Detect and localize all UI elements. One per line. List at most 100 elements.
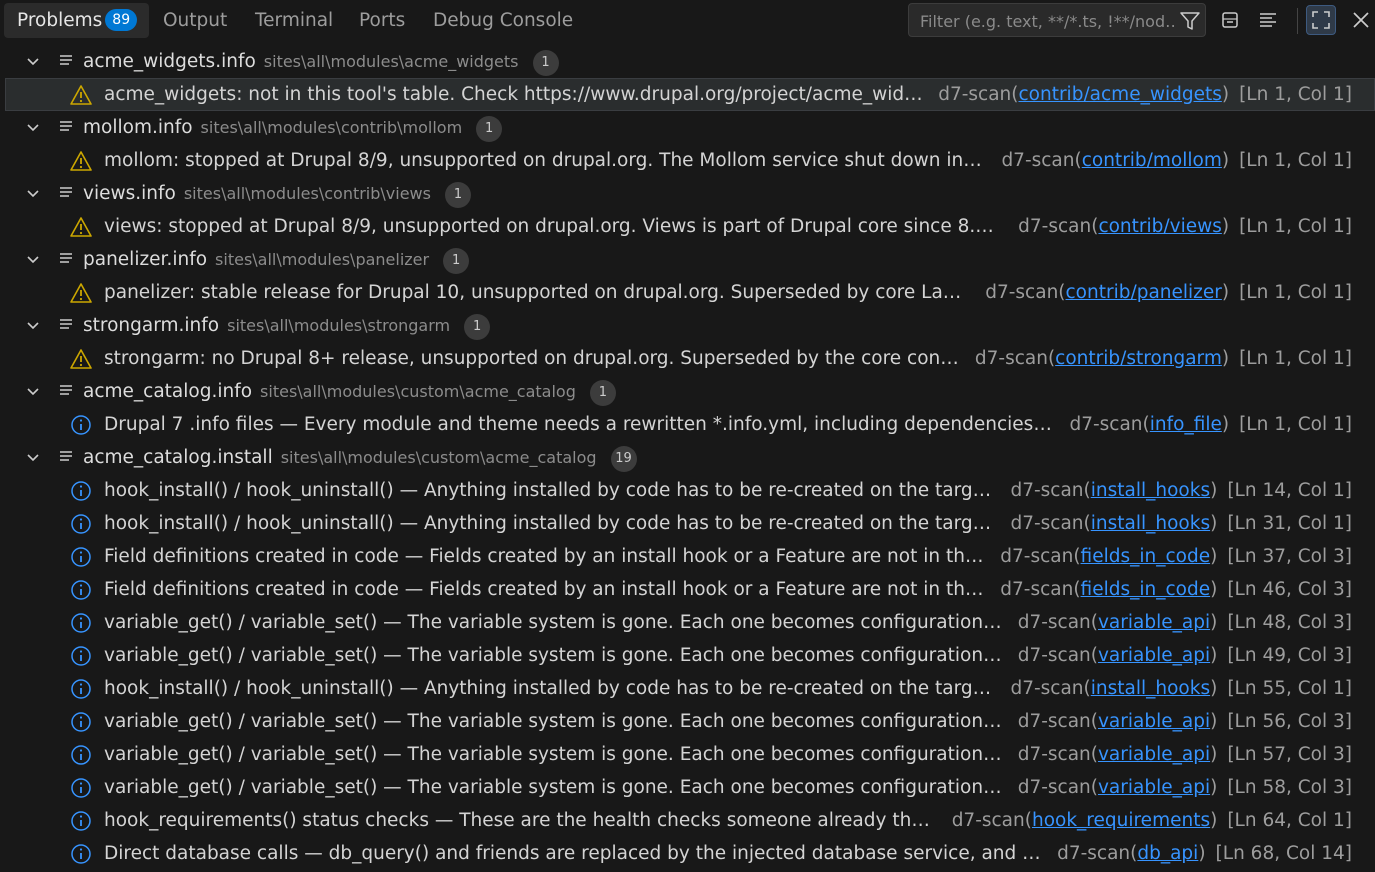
- paren-open: (: [1058, 282, 1066, 303]
- file-group-header[interactable]: acme_widgets.info sites\all\modules\acme_…: [0, 45, 1375, 78]
- file-group-header[interactable]: acme_catalog.install sites\all\modules\cu…: [0, 441, 1375, 474]
- collapse-all-button[interactable]: [1215, 5, 1245, 35]
- problem-message: variable_get() / variable_set() — The va…: [104, 612, 1004, 633]
- problem-row[interactable]: variable_get() / variable_set() — The va…: [0, 771, 1375, 804]
- problem-row[interactable]: views: stopped at Drupal 8/9, unsupporte…: [0, 210, 1375, 243]
- problem-row[interactable]: Drupal 7 .info files — Every module and …: [0, 408, 1375, 441]
- file-name-cell: views.info sites\all\modules\contrib\view…: [83, 177, 471, 210]
- file-path: sites\all\modules\contrib\views: [183, 184, 431, 203]
- problem-code-link[interactable]: fields_in_code: [1081, 546, 1211, 567]
- file-name-cell: acme_widgets.info sites\all\modules\acme_…: [83, 45, 559, 78]
- paren-open: (: [1083, 513, 1091, 534]
- problem-row[interactable]: panelizer: stable release for Drupal 10,…: [0, 276, 1375, 309]
- tab-terminal[interactable]: Terminal: [255, 3, 333, 38]
- paren-open: (: [1090, 711, 1098, 732]
- problem-code-link[interactable]: install_hooks: [1091, 513, 1210, 534]
- paren-close: ): [1210, 678, 1218, 699]
- problem-row[interactable]: variable_get() / variable_set() — The va…: [0, 639, 1375, 672]
- problem-source: d7-scan: [1057, 843, 1131, 864]
- paren-close: ): [1210, 612, 1218, 633]
- problem-code-link[interactable]: install_hooks: [1091, 678, 1210, 699]
- file-path: sites\all\modules\contrib\mollom: [200, 118, 463, 137]
- chevron-down-icon[interactable]: [24, 383, 42, 401]
- problem-row[interactable]: Direct database calls — db_query() and f…: [0, 837, 1375, 870]
- problem-row[interactable]: variable_get() / variable_set() — The va…: [0, 705, 1375, 738]
- problem-code-link[interactable]: contrib/panelizer: [1066, 282, 1222, 303]
- problem-row[interactable]: variable_get() / variable_set() — The va…: [0, 606, 1375, 639]
- file-group-header[interactable]: mollom.info sites\all\modules\contrib\mol…: [0, 111, 1375, 144]
- problem-source: d7-scan: [985, 282, 1059, 303]
- paren-close: ): [1210, 480, 1218, 501]
- problem-code-link[interactable]: info_file: [1150, 414, 1222, 435]
- problem-row[interactable]: Field definitions created in code — Fiel…: [0, 540, 1375, 573]
- problem-code-link[interactable]: contrib/strongarm: [1055, 348, 1222, 369]
- paren-close: ): [1221, 216, 1230, 237]
- problem-code-link[interactable]: db_api: [1137, 843, 1198, 864]
- problem-code-link[interactable]: fields_in_code: [1081, 579, 1211, 600]
- problem-location: [Ln 48, Col 3]: [1227, 612, 1352, 633]
- problem-code-link[interactable]: install_hooks: [1091, 480, 1210, 501]
- problem-code-link[interactable]: variable_api: [1098, 777, 1210, 798]
- problem-code-link[interactable]: variable_api: [1098, 612, 1210, 633]
- problem-location: [Ln 58, Col 3]: [1227, 777, 1352, 798]
- problem-code-link[interactable]: variable_api: [1098, 711, 1210, 732]
- filter-funnel-icon[interactable]: [1179, 10, 1201, 32]
- close-panel-button[interactable]: [1346, 5, 1375, 35]
- chevron-down-icon[interactable]: [24, 251, 42, 269]
- info-icon: [71, 646, 91, 666]
- paren-close: ): [1210, 513, 1218, 534]
- problem-meta: d7-scan(contrib/mollom) [Ln 1, Col 1]: [1001, 144, 1352, 177]
- file-lines-icon: [60, 187, 72, 197]
- problem-location: [Ln 55, Col 1]: [1227, 678, 1352, 699]
- problem-count-badge: 1: [443, 248, 470, 274]
- problem-source: d7-scan: [1010, 480, 1084, 501]
- problem-code-link[interactable]: contrib/views: [1098, 216, 1221, 237]
- paren-open: (: [1090, 612, 1098, 633]
- problem-row[interactable]: variable_get() / variable_set() — The va…: [0, 738, 1375, 771]
- view-as-list-button[interactable]: [1253, 5, 1283, 35]
- problems-tree: acme_widgets.info sites\all\modules\acme_…: [0, 45, 1375, 870]
- tab-problems-label: Problems: [17, 10, 103, 31]
- problem-row[interactable]: Field definitions created in code — Fiel…: [0, 573, 1375, 606]
- problem-meta: d7-scan(info_file) [Ln 1, Col 1]: [1069, 408, 1352, 441]
- chevron-down-icon[interactable]: [24, 449, 42, 467]
- problem-code-link[interactable]: contrib/mollom: [1082, 150, 1222, 171]
- warning-icon: [70, 283, 92, 303]
- filter-input[interactable]: [918, 4, 1177, 38]
- problem-location: [Ln 31, Col 1]: [1227, 513, 1352, 534]
- tab-ports[interactable]: Ports: [359, 3, 405, 38]
- paren-open: (: [1090, 645, 1098, 666]
- problem-code-link[interactable]: hook_requirements: [1032, 810, 1210, 831]
- file-group-header[interactable]: acme_catalog.info sites\all\modules\custo…: [0, 375, 1375, 408]
- paren-open: (: [1073, 546, 1081, 567]
- chevron-down-icon[interactable]: [24, 185, 42, 203]
- maximize-panel-button[interactable]: [1306, 5, 1336, 35]
- problem-meta: d7-scan(variable_api) [Ln 49, Col 3]: [1018, 639, 1352, 672]
- file-group-header[interactable]: strongarm.info sites\all\modules\strongar…: [0, 309, 1375, 342]
- problem-source: d7-scan: [974, 348, 1048, 369]
- problem-row[interactable]: acme_widgets: not in this tool's table. …: [5, 78, 1375, 111]
- problem-row[interactable]: hook_requirements() status checks — Thes…: [0, 804, 1375, 837]
- problem-code-link[interactable]: variable_api: [1098, 744, 1210, 765]
- chevron-down-icon[interactable]: [24, 317, 42, 335]
- problem-code-link[interactable]: contrib/acme_widgets: [1018, 84, 1221, 105]
- chevron-down-icon[interactable]: [24, 53, 42, 71]
- file-name: views.info: [83, 183, 176, 204]
- chevron-down-icon[interactable]: [24, 119, 42, 137]
- tab-output[interactable]: Output: [163, 3, 227, 38]
- problem-code-link[interactable]: variable_api: [1098, 645, 1210, 666]
- tab-problems[interactable]: Problems 89: [4, 3, 150, 38]
- problem-row[interactable]: strongarm: no Drupal 8+ release, unsuppo…: [0, 342, 1375, 375]
- problem-location: [Ln 37, Col 3]: [1227, 546, 1352, 567]
- tab-debug-console[interactable]: Debug Console: [433, 3, 573, 38]
- file-group-header[interactable]: panelizer.info sites\all\modules\panelize…: [0, 243, 1375, 276]
- problem-row[interactable]: hook_install() / hook_uninstall() — Anyt…: [0, 507, 1375, 540]
- problem-row[interactable]: mollom: stopped at Drupal 8/9, unsupport…: [0, 144, 1375, 177]
- problem-row[interactable]: hook_install() / hook_uninstall() — Anyt…: [0, 672, 1375, 705]
- file-group-header[interactable]: views.info sites\all\modules\contrib\view…: [0, 177, 1375, 210]
- paren-open: (: [1090, 777, 1098, 798]
- problem-source: d7-scan: [1018, 216, 1092, 237]
- problem-source: d7-scan: [1069, 414, 1143, 435]
- problem-row[interactable]: hook_install() / hook_uninstall() — Anyt…: [0, 474, 1375, 507]
- problem-count-badge: 1: [532, 50, 559, 76]
